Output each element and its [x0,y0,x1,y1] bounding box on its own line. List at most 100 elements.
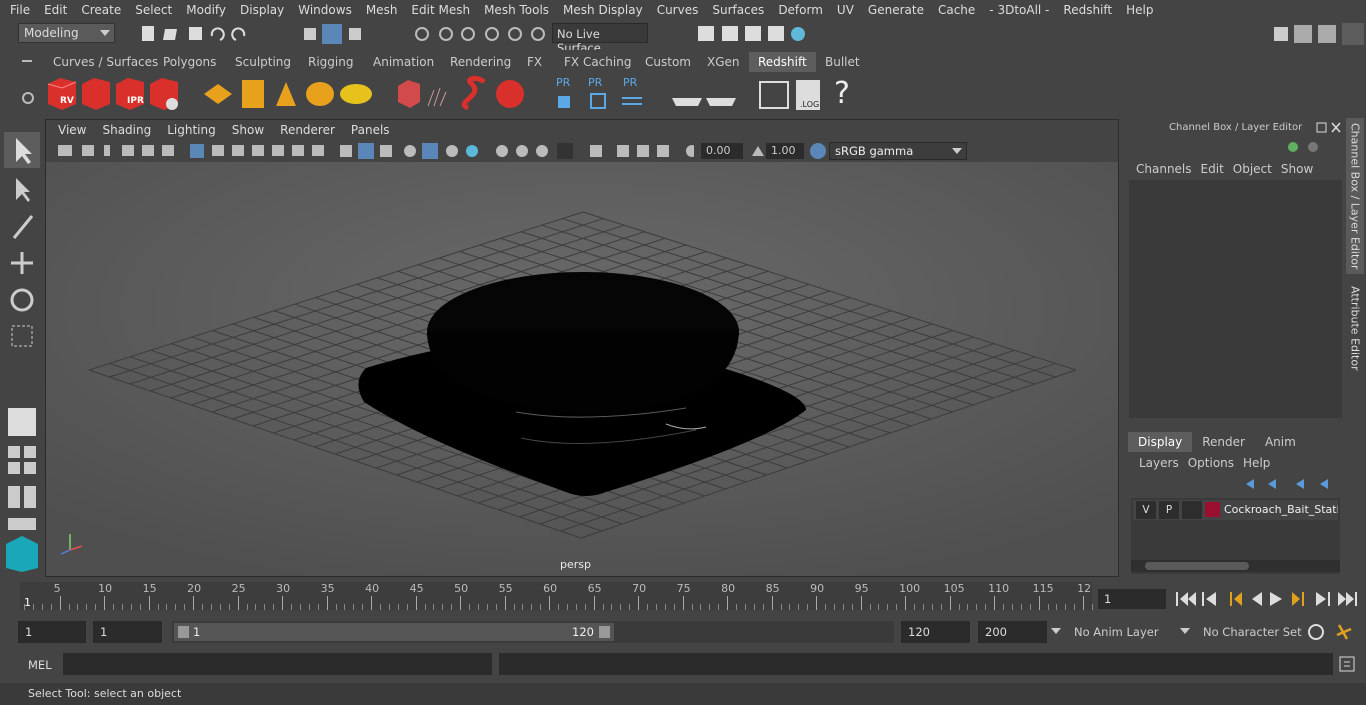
menu-help[interactable]: Help [1119,0,1160,20]
tab-custom[interactable]: Custom [636,52,700,72]
range-slider-handle[interactable]: 1 120 [174,623,614,641]
layer-scrollbar[interactable] [1131,560,1340,572]
script-type-label[interactable]: MEL [28,658,52,672]
viewport-panel[interactable]: View Shading Lighting Show Renderer Pane… [45,119,1119,577]
playback-end-field[interactable]: 120 [901,621,970,643]
tab-redshift[interactable]: Redshift [749,52,816,72]
chevron-down-icon[interactable] [1180,628,1190,634]
layer-visibility-toggle[interactable]: V [1136,501,1156,519]
tab-curves-surfaces[interactable]: Curves / Surfaces [44,52,167,72]
mode-selector[interactable]: Modeling [18,23,115,43]
playback-start-field[interactable]: 1 [93,621,162,643]
show-menu[interactable]: Show [1281,160,1322,180]
redshift-render-icons[interactable] [44,74,384,114]
layer-playback-toggle[interactable]: P [1159,501,1179,519]
menu-mesh-tools[interactable]: Mesh Tools [477,0,556,20]
xray-joints-icon [617,145,629,157]
tab-anim[interactable]: Anim [1255,432,1306,452]
pr-label-3: PR [623,76,638,89]
command-input[interactable] [63,653,492,675]
tab-render[interactable]: Render [1192,432,1255,452]
tab-rigging[interactable]: Rigging [299,52,362,72]
menu-modify[interactable]: Modify [179,0,233,20]
range-tool-icons[interactable] [1305,621,1361,643]
tab-bullet[interactable]: Bullet [816,52,869,72]
animation-end-field[interactable]: 200 [978,621,1047,643]
menu-edit[interactable]: Edit [37,0,74,20]
anim-layer-dropdown[interactable]: No Anim Layer [1074,625,1159,639]
channel-list[interactable] [1129,180,1342,418]
chevron-down-icon[interactable] [1051,628,1061,634]
current-frame-field[interactable]: 1 [1098,589,1166,609]
scrollbar-thumb[interactable] [1145,562,1249,570]
viewport-menu-shading[interactable]: Shading [94,120,159,140]
menu-create[interactable]: Create [74,0,128,20]
range-start-grip[interactable] [178,626,189,638]
channel-box-icons[interactable] [1284,138,1332,156]
menu-redshift[interactable]: Redshift [1056,0,1119,20]
object-menu[interactable]: Object [1233,160,1281,180]
color-management-icon[interactable] [808,141,828,161]
tool-icons[interactable] [4,132,40,572]
viewport-menu-view[interactable]: View [50,120,94,140]
viewport-menu-lighting[interactable]: Lighting [159,120,224,140]
menu-file[interactable]: File [3,0,37,20]
panel-window-controls[interactable] [1315,121,1343,135]
script-editor-icon[interactable] [1338,655,1358,673]
scene-view[interactable] [46,162,1119,577]
layer-type-toggle[interactable] [1182,501,1202,519]
viewport-menu-renderer[interactable]: Renderer [272,120,343,140]
viewport-menu-show[interactable]: Show [224,120,272,140]
options-menu[interactable]: Options [1188,454,1243,472]
timeline-tick [949,596,951,610]
colorspace-dropdown[interactable]: sRGB gamma [829,142,967,160]
viewport-toolbar-icons[interactable] [54,140,694,162]
tab-animation[interactable]: Animation [364,52,443,72]
tab-sculpting[interactable]: Sculpting [226,52,300,72]
viewport-menu-panels[interactable]: Panels [343,120,398,140]
channels-menu[interactable]: Channels [1127,160,1201,180]
help-icon[interactable]: ? [834,76,850,111]
menu-display[interactable]: Display [233,0,291,20]
layer-name[interactable]: Cockroach_Bait_Statio [1224,503,1338,516]
menu-mesh[interactable]: Mesh [359,0,405,20]
time-ruler[interactable]: 5 10 15 20 25 30 35 40 45 50 55 60 65 70 75 80 85 90 95 100… [20,582,1093,610]
animation-start-field[interactable]: 1 [18,621,86,643]
menu-windows[interactable]: Windows [291,0,359,20]
timeline-tick [762,604,764,610]
tab-attribute-editor-vertical[interactable]: Attribute Editor [1346,278,1364,378]
gamma-field[interactable]: 1.00 [766,143,804,159]
menu-cache[interactable]: Cache [931,0,982,20]
menu-edit-mesh[interactable]: Edit Mesh [404,0,477,20]
playback-controls[interactable] [1172,588,1362,610]
menu-surfaces[interactable]: Surfaces [705,0,771,20]
redshift-object-icons[interactable] [394,74,534,114]
menu-mesh-display[interactable]: Mesh Display [556,0,650,20]
menu-select[interactable]: Select [128,0,179,20]
edit-menu[interactable]: Edit [1201,160,1233,180]
render-icons[interactable] [690,24,820,44]
tab-channel-box-vertical[interactable]: Channel Box / Layer Editor [1346,118,1364,274]
menu-uv[interactable]: UV [830,0,861,20]
layers-menu[interactable]: Layers [1130,454,1188,472]
layer-tool-icons[interactable] [1240,476,1340,492]
shelf-side-icons[interactable] [14,52,40,116]
tab-rendering[interactable]: Rendering [441,52,520,72]
tab-xgen[interactable]: XGen [698,52,749,72]
help-menu[interactable]: Help [1243,454,1279,472]
range-end-grip[interactable] [599,626,610,638]
workspace-icons[interactable] [1272,22,1366,46]
layer-color-swatch[interactable] [1205,502,1220,517]
menu-curves[interactable]: Curves [650,0,706,20]
exposure-field[interactable]: 0.00 [701,143,743,159]
tab-fx[interactable]: FX [518,52,551,72]
character-set-dropdown[interactable]: No Character Set [1203,625,1302,639]
live-surface-field[interactable]: No Live Surface [552,23,648,55]
menu-generate[interactable]: Generate [861,0,931,20]
status-line-icons[interactable] [120,24,560,44]
tab-display[interactable]: Display [1128,432,1193,452]
tab-fx-caching[interactable]: FX Caching [555,52,640,72]
menu-deform[interactable]: Deform [771,0,830,20]
menu-3dtoall[interactable]: - 3DtoAll - [982,0,1056,20]
tab-polygons[interactable]: Polygons [154,52,225,72]
